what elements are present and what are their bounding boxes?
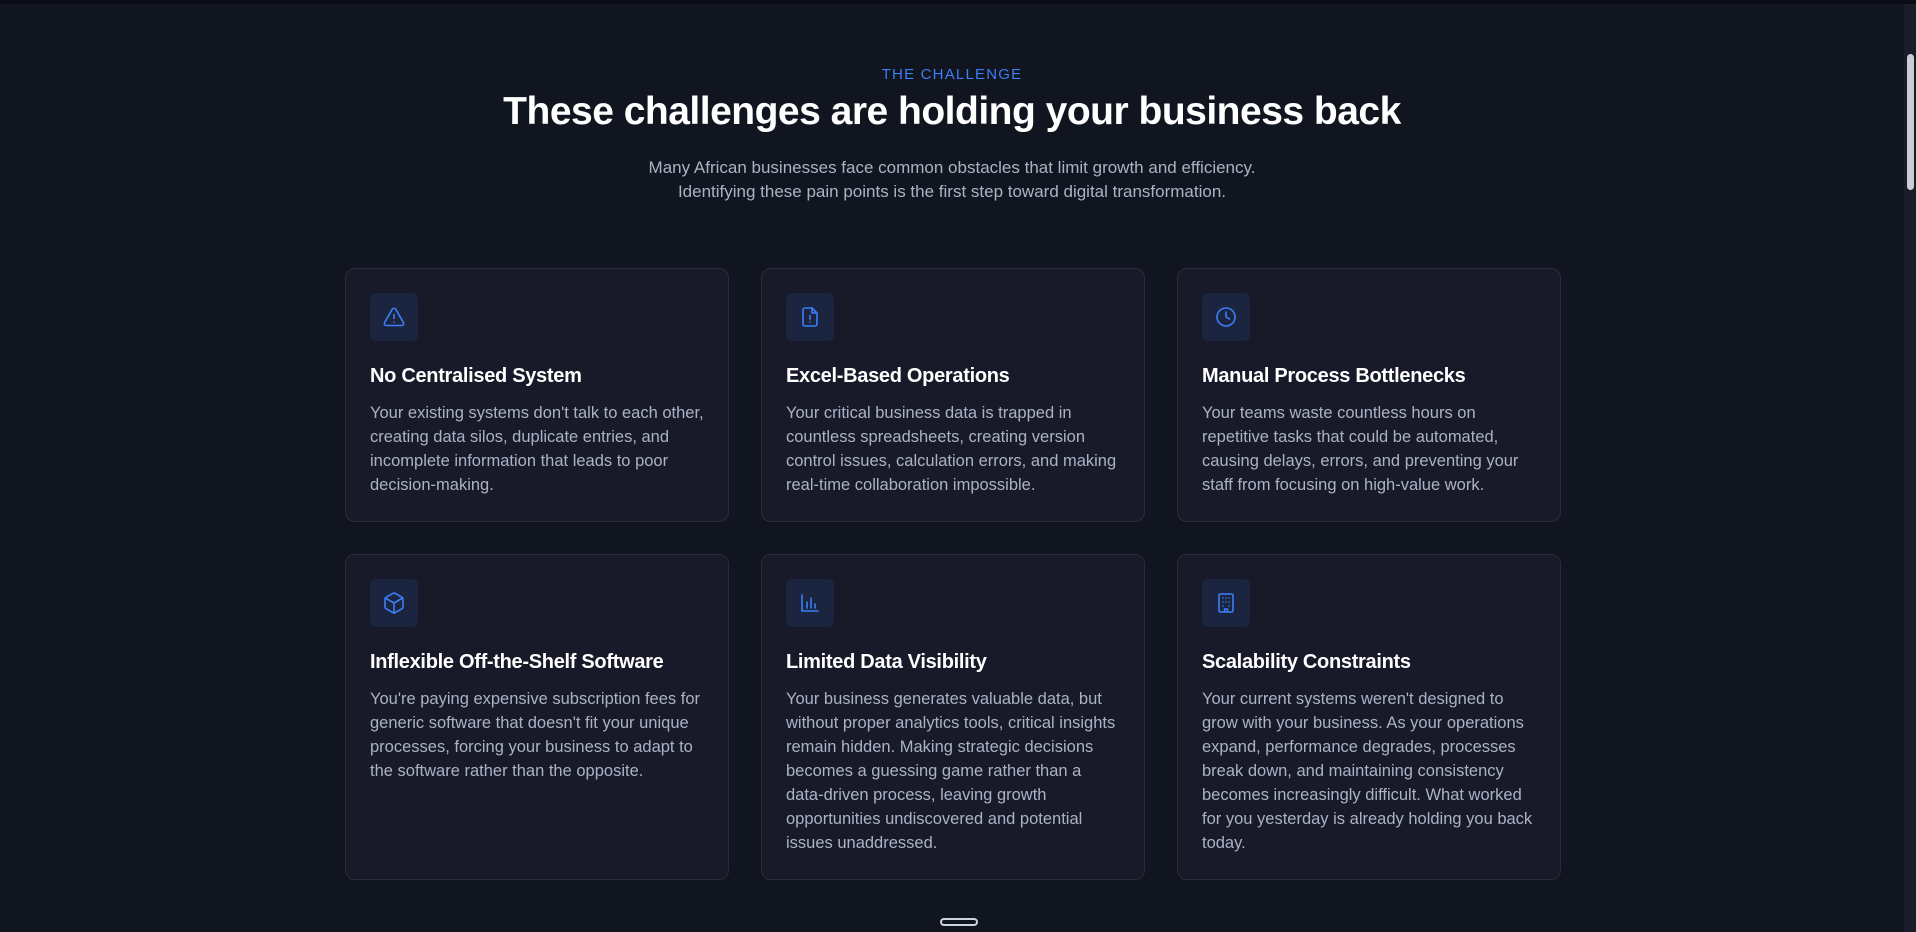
card-description: Your current systems weren't designed to… — [1202, 690, 1533, 852]
card-description: You're paying expensive subscription fee… — [370, 690, 700, 780]
section-eyebrow: THE CHALLENGE — [881, 66, 1023, 83]
challenge-card-excel-based-operations: Excel-Based Operations Your critical bus… — [761, 268, 1145, 522]
vertical-scrollbar[interactable] — [1904, 4, 1916, 932]
card-title: Scalability Constraints — [1202, 651, 1411, 673]
clock-icon — [1202, 293, 1250, 341]
box-icon — [370, 579, 418, 627]
building-icon — [1202, 579, 1250, 627]
document-alert-icon — [786, 293, 834, 341]
card-title: Inflexible Off-the-Shelf Software — [370, 651, 664, 673]
warning-triangle-icon — [370, 293, 418, 341]
subtitle-line-1: Many African businesses face common obst… — [648, 158, 1256, 177]
challenge-card-no-centralised-system: No Centralised System Your existing syst… — [345, 268, 729, 522]
section-title: These challenges are holding your busine… — [503, 90, 1401, 133]
card-title: No Centralised System — [370, 365, 582, 387]
challenge-card-inflexible-software: Inflexible Off-the-Shelf Software You're… — [345, 554, 729, 880]
section-subtitle: Many African businesses face common obst… — [0, 156, 1904, 204]
challenge-card-manual-process-bottlenecks: Manual Process Bottlenecks Your teams wa… — [1177, 268, 1561, 522]
card-title: Excel-Based Operations — [786, 365, 1010, 387]
card-title: Limited Data Visibility — [786, 651, 987, 673]
card-description: Your existing systems don't talk to each… — [370, 404, 704, 494]
scroll-indicator[interactable] — [940, 918, 978, 926]
scrollbar-thumb[interactable] — [1907, 54, 1914, 190]
page: THE CHALLENGE These challenges are holdi… — [0, 0, 1916, 932]
card-description: Your teams waste countless hours on repe… — [1202, 404, 1519, 494]
card-description: Your business generates valuable data, b… — [786, 690, 1116, 852]
challenges-grid: No Centralised System Your existing syst… — [345, 268, 1561, 880]
subtitle-line-2: Identifying these pain points is the fir… — [677, 182, 1227, 201]
card-description: Your critical business data is trapped i… — [786, 404, 1117, 494]
challenge-card-limited-data-visibility: Limited Data Visibility Your business ge… — [761, 554, 1145, 880]
card-title: Manual Process Bottlenecks — [1202, 365, 1466, 387]
bar-chart-icon — [786, 579, 834, 627]
challenge-card-scalability-constraints: Scalability Constraints Your current sys… — [1177, 554, 1561, 880]
